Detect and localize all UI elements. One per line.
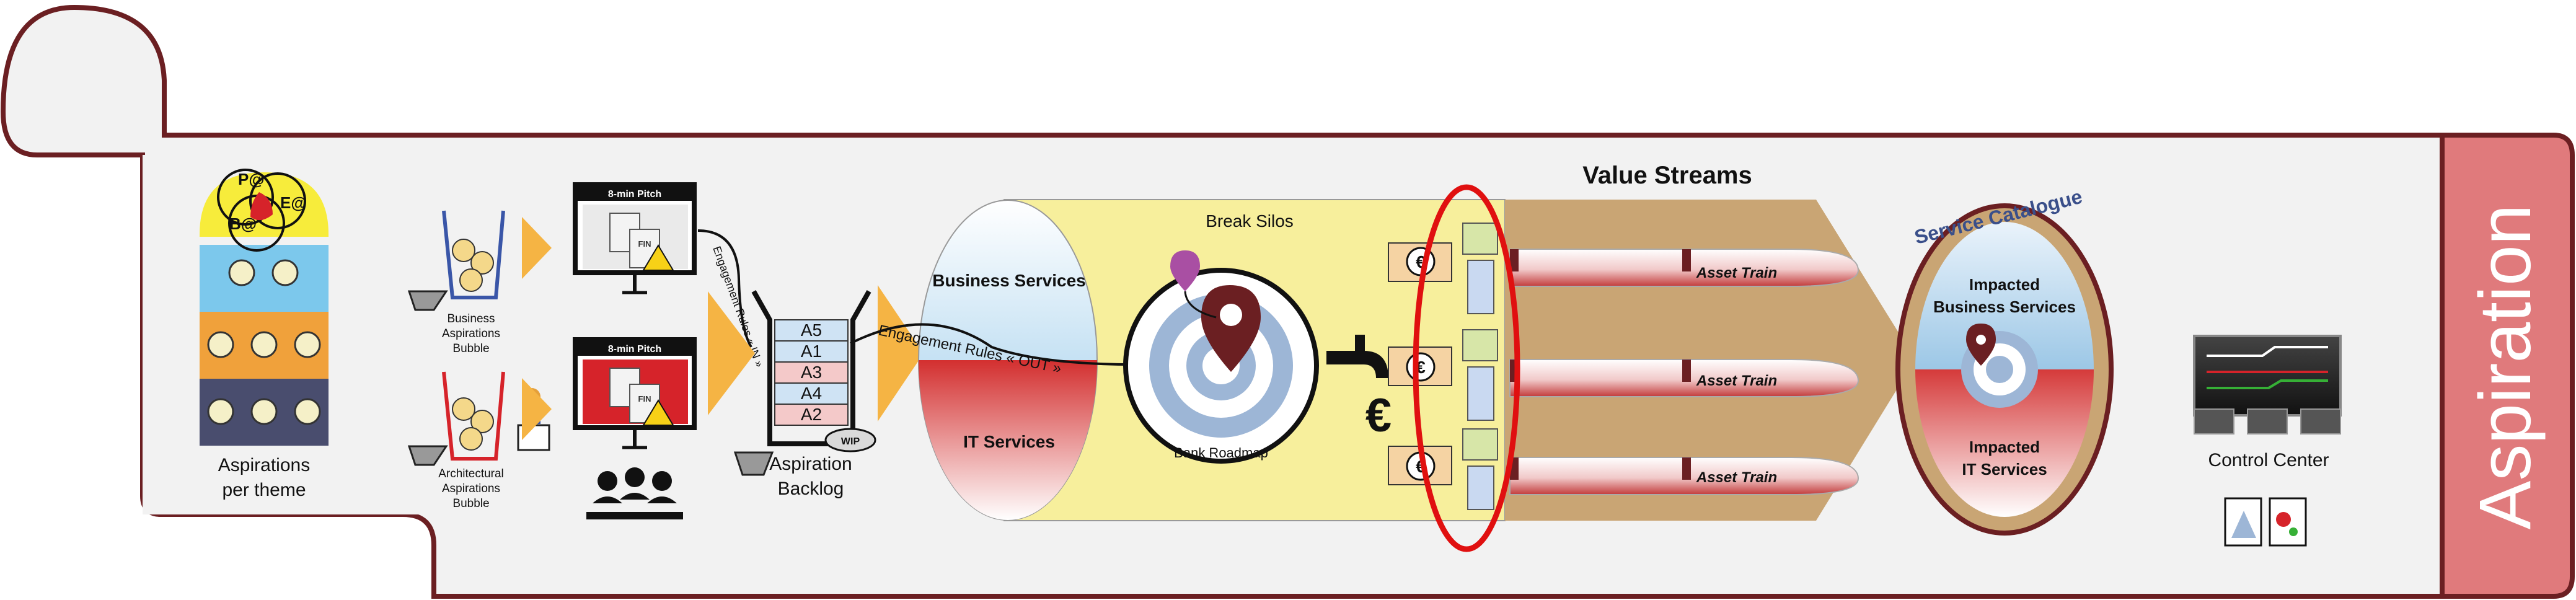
business-bubble-line3: Bubble <box>452 342 489 355</box>
roadmap-label: Bank Roadmap <box>1174 445 1268 461</box>
business-bubble-line2: Aspirations <box>442 327 500 340</box>
catalogue-it-line1: Impacted <box>1969 438 2040 456</box>
architectural-bubble-line3: Bubble <box>452 497 489 510</box>
service-cube-icons <box>1462 223 1498 510</box>
currency-euro: € <box>1365 389 1392 442</box>
pitch-doc-label-bottom: FIN <box>638 394 651 404</box>
asset-train-label-3: Asset Train <box>1696 469 1777 486</box>
side-tab-label: Aspiration <box>2464 205 2546 530</box>
architectural-bubble-line2: Aspirations <box>442 482 500 495</box>
venn-label-e: E@ <box>280 193 307 212</box>
pitch-title-top: 8-min Pitch <box>608 189 661 200</box>
backlog-item-a2: A2 <box>801 405 822 424</box>
backlog-caption-line2: Backlog <box>778 479 844 499</box>
venn-label-p: P@ <box>238 170 265 188</box>
venn-label-b: B@ <box>229 214 257 233</box>
silo-business-label: Business Services <box>932 271 1086 290</box>
business-bubble-line1: Business <box>447 312 495 325</box>
asset-train-2 <box>1509 359 1859 397</box>
architectural-bubble-line1: Architectural <box>438 467 504 480</box>
value-streams-title: Value Streams <box>1582 162 1752 189</box>
themes-caption-line1: Aspirations <box>218 455 310 475</box>
catalogue-business-line2: Business Services <box>1933 298 2076 316</box>
backlog-item-a5: A5 <box>801 320 822 340</box>
backlog-item-a3: A3 <box>801 363 822 382</box>
asset-train-1 <box>1509 249 1859 287</box>
themes-caption-line2: per theme <box>222 480 306 500</box>
backlog-item-a4: A4 <box>801 384 822 403</box>
pitch-doc-label-top: FIN <box>638 239 651 249</box>
silo-it-label: IT Services <box>963 432 1055 451</box>
service-catalogue-oval <box>1895 203 2114 536</box>
pitch-title-bottom: 8-min Pitch <box>608 344 661 355</box>
control-center-label: Control Center <box>2208 450 2329 470</box>
catalogue-business-line1: Impacted <box>1969 275 2040 294</box>
asset-train-label-1: Asset Train <box>1696 265 1777 281</box>
catalogue-it-line2: IT Services <box>1962 460 2047 479</box>
asset-train-label-2: Asset Train <box>1696 373 1777 389</box>
backlog-wip-label: WIP <box>841 436 860 447</box>
asset-train-3 <box>1509 457 1859 495</box>
control-center-icon <box>2193 335 2342 435</box>
silos-title: Break Silos <box>1206 211 1294 231</box>
backlog-item-a1: A1 <box>801 342 822 361</box>
aspiration-diagram: Aspiration P@ E@ B@ Aspirations per them… <box>0 4 2575 599</box>
backlog-caption-line1: Aspiration <box>769 454 852 474</box>
